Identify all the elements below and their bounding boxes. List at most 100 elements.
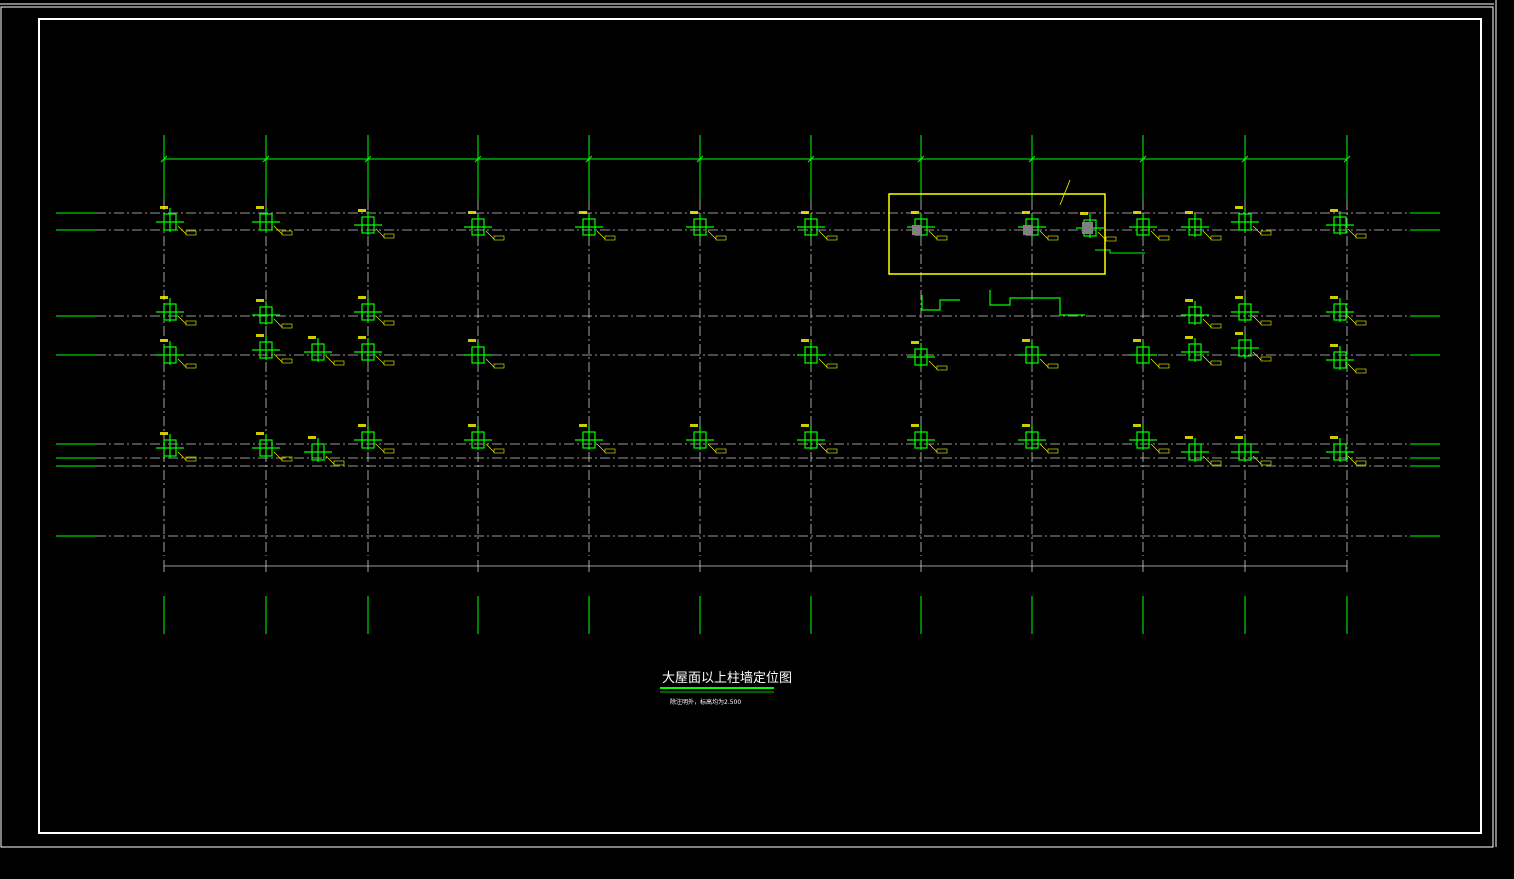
annotation-label-mark bbox=[1158, 448, 1170, 454]
dimension-label-mark bbox=[1330, 436, 1338, 439]
column-marker bbox=[1129, 339, 1170, 369]
annotation-leader bbox=[375, 355, 385, 365]
dimension-label-mark bbox=[358, 336, 366, 339]
annotation-label-mark bbox=[383, 360, 395, 366]
annotation-label-mark bbox=[715, 235, 727, 241]
column-marker bbox=[907, 424, 948, 454]
column-marker bbox=[797, 339, 838, 369]
annotation-label-mark bbox=[1260, 230, 1272, 236]
floor-plan-drawing: 大屋面以上柱墙定位图 除注明外，标高均为2.500 bbox=[0, 0, 1497, 848]
column-marker bbox=[304, 336, 345, 366]
column-marker bbox=[304, 436, 345, 466]
column-marker bbox=[1181, 336, 1222, 366]
top-dimension-line bbox=[160, 155, 1351, 163]
annotation-label-mark bbox=[1210, 235, 1222, 241]
dimension-label-mark bbox=[911, 424, 919, 427]
annotation-label-mark bbox=[333, 460, 345, 466]
column-marker bbox=[464, 424, 505, 454]
dimension-label-mark bbox=[1330, 344, 1338, 347]
column-marker bbox=[156, 339, 197, 369]
dimension-label-mark bbox=[1235, 436, 1243, 439]
annotation-leader bbox=[1150, 443, 1160, 453]
annotation-label-mark bbox=[281, 358, 293, 364]
dimension-label-mark bbox=[358, 296, 366, 299]
annotation-leader bbox=[485, 358, 495, 368]
sheet-outer-frame bbox=[0, 6, 1494, 848]
column-marker bbox=[1231, 296, 1272, 326]
annotation-leader bbox=[1150, 230, 1160, 240]
annotation-label-mark bbox=[1260, 460, 1272, 466]
dimension-label-mark bbox=[1022, 339, 1030, 342]
annotation-leader bbox=[818, 358, 828, 368]
annotation-leader bbox=[1252, 455, 1262, 465]
dimension-label-mark bbox=[1235, 332, 1243, 335]
dimension-label-mark bbox=[1235, 296, 1243, 299]
column-marker bbox=[354, 424, 395, 454]
annotation-label-mark bbox=[383, 320, 395, 326]
annotation-label-mark bbox=[1105, 236, 1117, 242]
dimension-label-mark bbox=[690, 211, 698, 214]
annotation-label-mark bbox=[1355, 368, 1367, 374]
column-marker bbox=[252, 206, 293, 236]
column-marker bbox=[464, 211, 505, 241]
annotation-leader bbox=[928, 360, 938, 370]
dimension-label-mark bbox=[468, 424, 476, 427]
dimension-label-mark bbox=[1235, 206, 1243, 209]
annotation-label-mark bbox=[826, 235, 838, 241]
column-wall-markers bbox=[156, 206, 1367, 466]
annotation-leader bbox=[375, 315, 385, 325]
annotation-label-mark bbox=[1355, 233, 1367, 239]
dimension-label-mark bbox=[160, 432, 168, 435]
annotation-leader bbox=[596, 230, 606, 240]
annotation-label-mark bbox=[604, 448, 616, 454]
annotation-label-mark bbox=[383, 233, 395, 239]
column-marker bbox=[1181, 211, 1222, 241]
column-marker bbox=[252, 432, 293, 462]
column-marker bbox=[252, 299, 293, 329]
elevation-value: 2.500 bbox=[724, 699, 741, 706]
annotation-leader bbox=[928, 230, 938, 240]
column-marker bbox=[1129, 211, 1170, 241]
column-marker bbox=[354, 296, 395, 326]
column-marker bbox=[1326, 296, 1367, 326]
annotation-leader bbox=[485, 230, 495, 240]
column-marker bbox=[464, 339, 505, 369]
dimension-label-mark bbox=[256, 206, 264, 209]
annotation-leader bbox=[1039, 230, 1049, 240]
annotation-leader bbox=[1202, 230, 1212, 240]
annotation-leader bbox=[1039, 443, 1049, 453]
annotation-leader bbox=[1347, 315, 1357, 325]
annotation-label-mark bbox=[936, 235, 948, 241]
annotation-label-mark bbox=[1210, 460, 1222, 466]
note-text: 除注明外，标高均为 bbox=[670, 698, 724, 706]
column-marker bbox=[797, 424, 838, 454]
dimension-label-mark bbox=[1185, 211, 1193, 214]
dimension-label-mark bbox=[1022, 424, 1030, 427]
dimension-label-mark bbox=[256, 432, 264, 435]
annotation-leader bbox=[1347, 363, 1357, 373]
column-marker bbox=[575, 424, 616, 454]
annotation-label-mark bbox=[185, 320, 197, 326]
annotation-label-mark bbox=[493, 235, 505, 241]
dimension-label-mark bbox=[1133, 424, 1141, 427]
annotation-label-mark bbox=[185, 230, 197, 236]
annotation-leader bbox=[177, 451, 187, 461]
annotation-label-mark bbox=[1047, 363, 1059, 369]
annotation-leader bbox=[1202, 318, 1212, 328]
sheet-inner-frame bbox=[38, 18, 1482, 834]
column-marker bbox=[1231, 332, 1272, 362]
annotation-label-mark bbox=[1158, 363, 1170, 369]
drawing-title: 大屋面以上柱墙定位图 bbox=[662, 671, 792, 686]
cad-viewport[interactable]: 大屋面以上柱墙定位图 除注明外，标高均为2.500 bbox=[0, 0, 1514, 879]
annotation-leader bbox=[177, 315, 187, 325]
annotation-label-mark bbox=[1158, 235, 1170, 241]
annotation-leader bbox=[325, 455, 335, 465]
dimension-label-mark bbox=[1133, 339, 1141, 342]
dimension-label-mark bbox=[160, 206, 168, 209]
column-marker bbox=[156, 296, 197, 326]
wall-polyline bbox=[921, 295, 960, 311]
horizontal-axis-lines bbox=[56, 212, 1440, 567]
annotation-label-mark bbox=[493, 448, 505, 454]
annotation-label-mark bbox=[1260, 356, 1272, 362]
column-marker bbox=[1231, 436, 1272, 466]
